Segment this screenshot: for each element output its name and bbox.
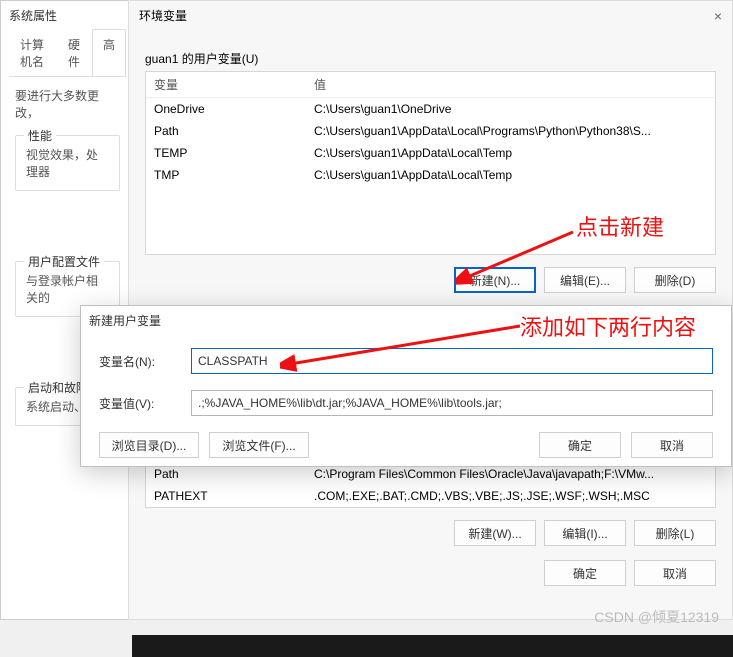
edit-system-var-button[interactable]: 编辑(I)...	[544, 520, 626, 546]
var-name-input[interactable]	[191, 348, 713, 374]
table-header: 变量 值	[146, 72, 715, 98]
system-vars-buttons: 新建(W)... 编辑(I)... 删除(L)	[145, 520, 716, 546]
perf-desc: 视觉效果，处理器	[26, 146, 109, 180]
user-vars-table[interactable]: 变量 值 OneDriveC:\Users\guan1\OneDrive Pat…	[145, 71, 716, 255]
dialog-cancel-button[interactable]: 取消	[631, 432, 713, 458]
new-system-var-button[interactable]: 新建(W)...	[454, 520, 536, 546]
delete-system-var-button[interactable]: 删除(L)	[634, 520, 716, 546]
bottom-strip	[132, 635, 733, 657]
tab-computer-name[interactable]: 计算机名	[9, 29, 57, 76]
dialog-title-bar: 新建用户变量	[81, 306, 731, 334]
env-dialog-buttons: 确定 取消	[145, 560, 716, 586]
group-performance: 性能 视觉效果，处理器	[15, 135, 120, 191]
browse-file-button[interactable]: 浏览文件(F)...	[209, 432, 309, 458]
dialog-title: 新建用户变量	[89, 312, 161, 329]
system-vars-table[interactable]: PathC:\Program Files\Common Files\Oracle…	[145, 463, 716, 508]
user-vars-buttons: 新建(N)... 编辑(E)... 删除(D)	[145, 267, 716, 293]
sysprops-tabs: 计算机名 硬件 高	[9, 29, 126, 77]
env-title-bar: 环境变量 ×	[129, 1, 732, 30]
sysprops-title-bar: 系统属性	[1, 1, 134, 29]
watermark: CSDN @倾夏12319	[594, 607, 719, 627]
group-performance-title: 性能	[24, 127, 56, 144]
var-value-input[interactable]	[191, 390, 713, 416]
env-title: 环境变量	[139, 7, 187, 24]
delete-user-var-button[interactable]: 删除(D)	[634, 267, 716, 293]
env-cancel-button[interactable]: 取消	[634, 560, 716, 586]
tab-advanced[interactable]: 高	[92, 29, 126, 76]
env-ok-button[interactable]: 确定	[544, 560, 626, 586]
tab-hardware[interactable]: 硬件	[57, 29, 92, 76]
th-variable: 变量	[154, 76, 314, 93]
th-value: 值	[314, 76, 707, 93]
new-user-var-button[interactable]: 新建(N)...	[454, 267, 536, 293]
user-vars-label: guan1 的用户变量(U)	[145, 50, 716, 67]
table-row[interactable]: PATHEXT.COM;.EXE;.BAT;.CMD;.VBS;.VBE;.JS…	[146, 485, 715, 507]
close-icon[interactable]: ×	[714, 8, 722, 24]
var-name-label: 变量名(N):	[99, 353, 179, 370]
profile-desc: 与登录帐户相关的	[26, 272, 109, 306]
group-profile-title: 用户配置文件	[24, 253, 104, 270]
table-row[interactable]: PathC:\Users\guan1\AppData\Local\Program…	[146, 120, 715, 142]
dialog-ok-button[interactable]: 确定	[539, 432, 621, 458]
browse-directory-button[interactable]: 浏览目录(D)...	[99, 432, 199, 458]
table-row[interactable]: OneDriveC:\Users\guan1\OneDrive	[146, 98, 715, 120]
new-user-variable-dialog: 新建用户变量 变量名(N): 变量值(V): 浏览目录(D)... 浏览文件(F…	[80, 305, 732, 467]
sysprops-title: 系统属性	[9, 7, 57, 24]
sysprops-note: 要进行大多数更改，	[15, 87, 120, 121]
edit-user-var-button[interactable]: 编辑(E)...	[544, 267, 626, 293]
table-row[interactable]: TMPC:\Users\guan1\AppData\Local\Temp	[146, 164, 715, 186]
var-value-label: 变量值(V):	[99, 395, 179, 412]
table-row[interactable]: TEMPC:\Users\guan1\AppData\Local\Temp	[146, 142, 715, 164]
